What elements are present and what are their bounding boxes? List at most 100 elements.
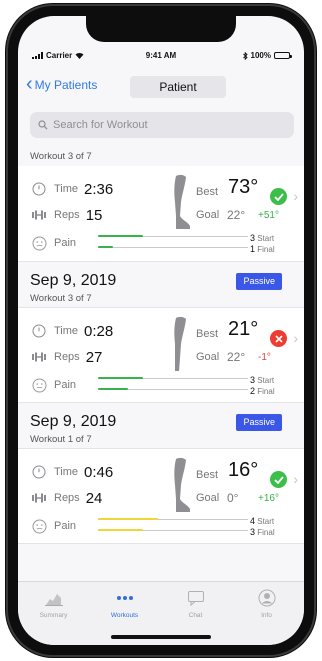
tab-info[interactable]: Info xyxy=(231,588,302,619)
workout-progress: Workout 3 of 7 xyxy=(30,293,92,304)
bluetooth-icon xyxy=(242,51,248,60)
workout-card[interactable]: Time 0:46 Reps 24 Best 16° › Goal 0° +16… xyxy=(18,448,304,544)
pain-final-value: 1 xyxy=(250,244,256,254)
pain-start-value: 3 xyxy=(250,233,256,243)
pain-final-label: Final xyxy=(257,528,275,537)
phone-frame: Carrier 9:41 AM 100% ‹ My Patients Patie… xyxy=(5,3,317,658)
tab-summary[interactable]: Summary xyxy=(18,588,89,619)
timer-icon xyxy=(30,180,48,198)
search-icon xyxy=(38,120,48,130)
best-value: 73° xyxy=(228,176,259,198)
tab-label: Chat xyxy=(188,612,203,619)
chart-icon xyxy=(18,588,89,608)
goal-label: Goal xyxy=(196,351,220,363)
person-icon xyxy=(231,588,302,608)
goal-value: 0° xyxy=(227,491,239,505)
back-button[interactable]: ‹ My Patients xyxy=(26,73,97,95)
tab-chat[interactable]: Chat xyxy=(160,588,231,619)
tab-label: Workouts xyxy=(110,612,139,619)
search-bar[interactable] xyxy=(30,112,294,138)
dumbbell-icon xyxy=(30,206,48,224)
pain-start-value: 4 xyxy=(250,516,256,526)
reps-row: Reps 24 xyxy=(30,489,102,507)
section-date: Sep 9, 2019 Passive xyxy=(30,411,292,433)
pain-start-bar xyxy=(98,235,143,237)
tab-workouts[interactable]: Workouts xyxy=(89,588,160,619)
camera-notch xyxy=(86,16,236,42)
time-label: Time xyxy=(54,183,79,195)
time-value: 0:28 xyxy=(84,322,114,340)
pain-final-label: Final xyxy=(257,387,275,396)
workout-progress: Workout 3 of 7 xyxy=(30,151,92,162)
delta-value: -1° xyxy=(258,352,271,363)
page-title: Patient xyxy=(130,76,226,98)
delta-value: +16° xyxy=(258,493,279,504)
dumbbell-icon xyxy=(30,489,48,507)
face-icon xyxy=(30,376,48,394)
checkmark-icon xyxy=(270,188,287,205)
pain-start-label: Start xyxy=(257,517,275,526)
pain-start-label: Start xyxy=(257,376,275,385)
pain-row: Pain xyxy=(30,376,76,394)
goal-label: Goal xyxy=(196,209,220,221)
section-header: Workout 3 of 7 xyxy=(18,150,304,166)
x-mark-icon xyxy=(270,330,287,347)
reps-label: Reps xyxy=(54,492,80,504)
pain-values: 4 Start 3 Final xyxy=(250,516,275,538)
best-label: Best xyxy=(196,186,219,198)
face-icon xyxy=(30,517,48,535)
chevron-right-icon: › xyxy=(293,188,298,204)
pain-final-value: 3 xyxy=(250,527,256,537)
screen: Carrier 9:41 AM 100% ‹ My Patients Patie… xyxy=(18,16,304,645)
pain-bars xyxy=(98,232,248,254)
time-label: Time xyxy=(54,325,79,337)
pain-start-bar xyxy=(98,518,158,520)
delta-value: +51° xyxy=(258,210,279,221)
battery-icon xyxy=(274,52,292,59)
chevron-right-icon: › xyxy=(293,471,298,487)
goal-value: 22° xyxy=(227,350,246,364)
goal-label: Goal xyxy=(196,492,220,504)
pain-final-bar xyxy=(98,529,143,531)
workout-card[interactable]: Time 0:28 Reps 27 Best 21° › Goal 22° -1… xyxy=(18,307,304,403)
tab-label: Summary xyxy=(39,612,68,619)
pain-final-bar xyxy=(98,246,113,248)
chevron-left-icon: ‹ xyxy=(26,73,33,95)
reps-row: Reps 27 xyxy=(30,348,102,366)
workout-card[interactable]: Time 2:36 Reps 15 Best 73° › Goal 22° +5… xyxy=(18,166,304,262)
pain-values: 3 Start 2 Final xyxy=(250,375,275,397)
time-row: Time 2:36 xyxy=(30,180,113,198)
reps-value: 24 xyxy=(85,489,103,507)
search-input[interactable] xyxy=(53,119,273,131)
leg-icon xyxy=(174,174,190,229)
timer-icon xyxy=(30,463,48,481)
reps-row: Reps 15 xyxy=(30,206,102,224)
pain-bars xyxy=(98,515,248,537)
nav-bar: ‹ My Patients Patient xyxy=(18,74,304,102)
workout-progress: Workout 1 of 7 xyxy=(30,434,92,445)
pain-label: Pain xyxy=(54,379,77,391)
reps-label: Reps xyxy=(54,351,80,363)
date-label: Sep 9, 2019 xyxy=(30,413,117,430)
leg-icon xyxy=(174,457,190,512)
best-value: 21° xyxy=(228,318,259,340)
pain-row: Pain xyxy=(30,234,76,252)
reps-value: 15 xyxy=(85,206,103,224)
leg-icon xyxy=(174,316,186,371)
date-label: Sep 9, 2019 xyxy=(30,272,117,289)
pain-label: Pain xyxy=(54,520,77,532)
timer-icon xyxy=(30,322,48,340)
section-date: Sep 9, 2019 Passive xyxy=(30,270,292,292)
pain-label: Pain xyxy=(54,237,77,249)
section-header: Sep 9, 2019 Passive Workout 1 of 7 xyxy=(18,403,304,448)
pain-final-bar xyxy=(98,388,128,390)
reps-value: 27 xyxy=(85,348,103,366)
pain-final-label: Final xyxy=(257,245,275,254)
pain-start-value: 3 xyxy=(250,375,256,385)
goal-value: 22° xyxy=(227,208,246,222)
pain-start-label: Start xyxy=(257,234,275,243)
battery-percent: 100% xyxy=(250,51,271,60)
tab-bar: Summary Workouts Chat Info xyxy=(18,581,304,645)
passive-badge: Passive xyxy=(236,273,282,290)
pain-bars xyxy=(98,374,248,396)
